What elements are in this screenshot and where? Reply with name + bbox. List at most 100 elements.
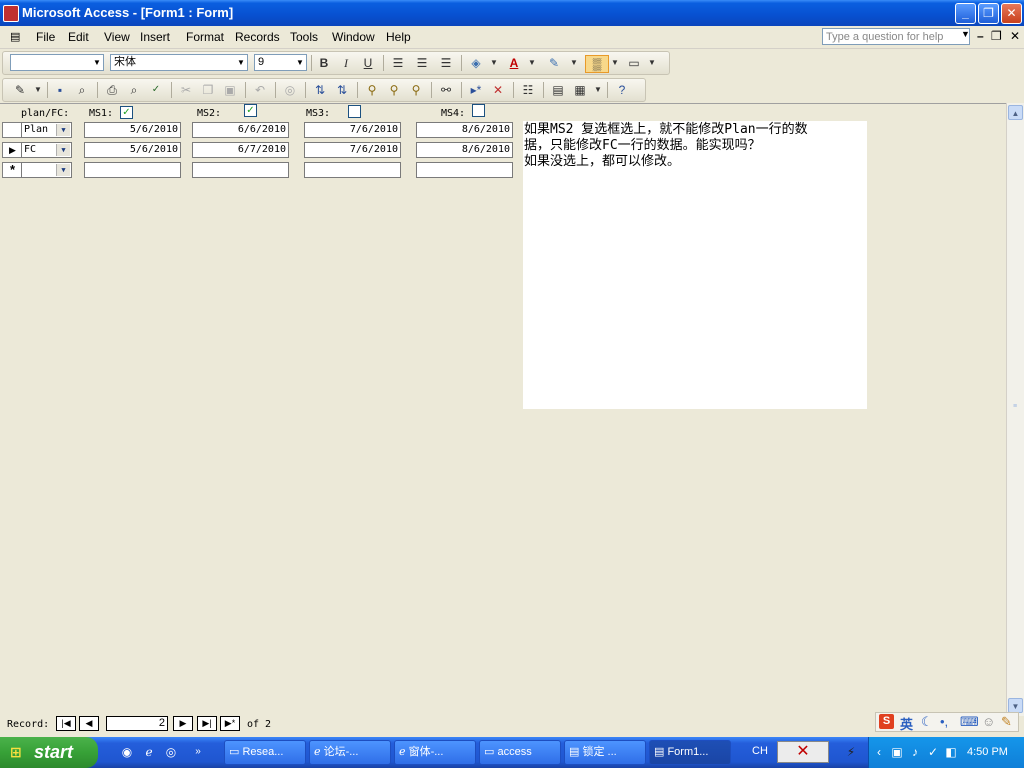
menu-insert[interactable]: Insert [140, 30, 170, 44]
chevron-down-icon[interactable]: ▼ [589, 82, 607, 98]
taskbar-item[interactable]: ℯ 窗体-... [394, 740, 476, 765]
plan-fc-combo[interactable]: ▼ [21, 162, 72, 178]
help-search-input[interactable]: Type a question for help [822, 28, 970, 45]
sort-ascending-icon[interactable]: ⇅ [311, 82, 329, 98]
ms2-date-field[interactable]: 6/7/2010 [192, 142, 289, 158]
print-preview-icon[interactable]: ⌕ [125, 82, 143, 98]
tray-app-icon[interactable]: ◧ [943, 744, 959, 760]
user-icon[interactable]: ☺ [982, 714, 995, 729]
ms4-date-field[interactable] [416, 162, 513, 178]
font-combo[interactable]: 宋体 ▼ [110, 54, 248, 71]
chevron-down-icon[interactable]: ▼ [29, 82, 47, 98]
copy-icon[interactable]: ❐ [199, 82, 217, 98]
close-button[interactable]: ✕ [1001, 3, 1022, 24]
font-color-icon[interactable]: A [505, 55, 523, 71]
note-textbox[interactable]: 如果MS2 复选框选上，就不能修改Plan一行的数 据，只能修改FC一行的数据。… [523, 121, 867, 409]
properties-icon[interactable]: ☷ [519, 82, 537, 98]
network-icon[interactable]: ▣ [889, 744, 905, 760]
plan-fc-combo[interactable]: FC ▼ [21, 142, 72, 158]
database-window-icon[interactable]: ▤ [549, 82, 567, 98]
previous-record-button[interactable]: ◀ [79, 716, 99, 731]
fill-color-icon[interactable]: ◈ [467, 55, 485, 71]
vertical-scrollbar[interactable]: ▲ ≡ ▼ [1006, 103, 1024, 716]
menu-window[interactable]: Window [332, 30, 375, 44]
menu-view[interactable]: View [104, 30, 130, 44]
clock[interactable]: 4:50 PM [967, 746, 1008, 758]
ms1-date-field[interactable]: 5/6/2010 [84, 142, 181, 158]
wrench-icon[interactable]: ✎ [1001, 714, 1012, 730]
menu-format[interactable]: Format [186, 30, 224, 44]
font-size-combo[interactable]: 9 ▼ [254, 54, 307, 71]
italic-button[interactable]: I [337, 55, 355, 71]
print-icon[interactable]: ⎙ [103, 82, 121, 98]
ms3-date-field[interactable] [304, 162, 401, 178]
quick-launch-overflow-icon[interactable]: » [190, 744, 206, 760]
chevron-down-icon[interactable]: ▼ [606, 55, 624, 71]
filter-by-form-icon[interactable]: ⚲ [385, 82, 403, 98]
ms4-checkbox[interactable] [472, 104, 485, 117]
menu-file[interactable]: File [36, 30, 55, 44]
underline-button[interactable]: U [359, 55, 377, 71]
plug-icon[interactable]: ⚡ [843, 744, 859, 760]
start-button[interactable]: ⊞ start [0, 737, 98, 768]
ms2-checkbox[interactable]: ✓ [244, 104, 257, 117]
ms1-checkbox[interactable]: ✓ [120, 106, 133, 119]
filter-by-selection-icon[interactable]: ⚲ [363, 82, 381, 98]
next-record-button[interactable]: ▶ [173, 716, 193, 731]
delete-record-icon[interactable]: ✕ [489, 82, 507, 98]
chevron-down-icon[interactable]: ▼ [56, 124, 70, 136]
taskbar-item-active[interactable]: ▤ Form1... [649, 740, 731, 765]
cut-icon[interactable]: ✂ [177, 82, 195, 98]
plan-fc-combo[interactable]: Plan ▼ [21, 122, 72, 138]
taskbar-item[interactable]: ▭ Resea... [224, 740, 306, 765]
bold-button[interactable]: B [315, 55, 333, 71]
menu-tools[interactable]: Tools [290, 30, 318, 44]
chevron-down-icon[interactable]: ▼ [643, 55, 661, 71]
align-left-icon[interactable]: ☰ [389, 55, 407, 71]
ms1-date-field[interactable]: 5/6/2010 [84, 122, 181, 138]
line-width-icon[interactable]: ▭ [625, 55, 643, 71]
current-record-selector[interactable]: ▶ [2, 142, 23, 158]
new-record-button[interactable]: ▶* [220, 716, 240, 731]
close-x-icon[interactable]: ✕ [777, 741, 829, 763]
security-icon[interactable]: ✓ [925, 744, 941, 760]
last-record-button[interactable]: ▶| [197, 716, 217, 731]
save-icon[interactable]: ▪ [51, 82, 69, 98]
restore-button[interactable]: ❐ [978, 3, 999, 24]
apply-filter-icon[interactable]: ⚲ [407, 82, 425, 98]
undo-icon[interactable]: ↶ [251, 82, 269, 98]
mdi-close-button[interactable]: ✕ [1010, 29, 1020, 43]
minimize-button[interactable]: _ [955, 3, 976, 24]
view-design-icon[interactable]: ✎ [11, 82, 29, 98]
ms2-date-field[interactable]: 6/6/2010 [192, 122, 289, 138]
chevron-down-icon[interactable]: ▼ [56, 144, 70, 156]
taskbar-item[interactable]: ▭ access [479, 740, 561, 765]
mdi-restore-button[interactable]: ❐ [991, 29, 1002, 43]
form-window-icon[interactable]: ▤ [10, 30, 20, 43]
find-icon[interactable]: ⚯ [437, 82, 455, 98]
file-search-icon[interactable]: ⌕ [73, 82, 91, 98]
new-record-selector[interactable]: * [2, 162, 23, 178]
ie-icon[interactable]: ℯ [141, 744, 157, 760]
ms3-date-field[interactable]: 7/6/2010 [304, 142, 401, 158]
show-hidden-icons-button[interactable]: ‹ [871, 744, 887, 760]
keyboard-icon[interactable]: ⌨ [960, 714, 979, 730]
insert-hyperlink-icon[interactable]: ◎ [281, 82, 299, 98]
chevron-down-icon[interactable]: ▼ [565, 55, 583, 71]
punctuation-icon[interactable]: •, [940, 714, 948, 729]
ms1-date-field[interactable] [84, 162, 181, 178]
chevron-down-icon[interactable]: ▼ [485, 55, 503, 71]
scroll-up-button[interactable]: ▲ [1008, 105, 1023, 120]
access-app-icon[interactable] [3, 5, 19, 22]
spelling-icon[interactable]: ✓ [147, 82, 165, 98]
menu-help[interactable]: Help [386, 30, 411, 44]
paste-icon[interactable]: ▣ [221, 82, 239, 98]
quick-launch-icon[interactable]: ◉ [119, 744, 135, 760]
record-selector[interactable] [2, 122, 23, 138]
line-color-icon[interactable]: ✎ [545, 55, 563, 71]
taskbar-item[interactable]: ℯ 论坛-... [309, 740, 391, 765]
help-dropdown-arrow-icon[interactable]: ▼ [961, 29, 970, 39]
ms3-date-field[interactable]: 7/6/2010 [304, 122, 401, 138]
record-number-input[interactable]: 2 [106, 716, 168, 731]
browser-icon[interactable]: ◎ [163, 744, 179, 760]
